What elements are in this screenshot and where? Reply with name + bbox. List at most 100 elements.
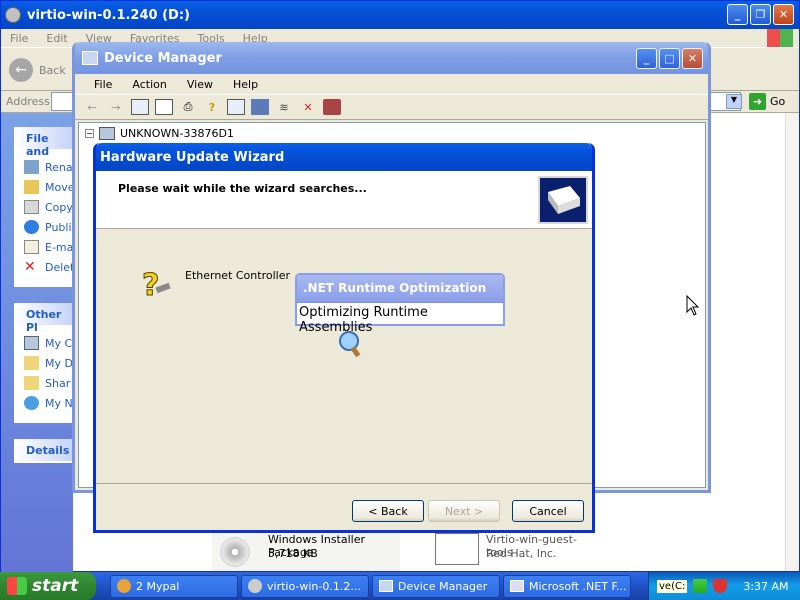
show-hide-tree-icon[interactable]	[131, 99, 149, 115]
forward-arrow-icon[interactable]: →	[107, 99, 125, 115]
place-label: My N	[45, 396, 73, 410]
task-net-framework[interactable]: Microsoft .NET F...	[503, 574, 631, 598]
go-arrow-icon: ➜	[749, 93, 766, 110]
restore-button[interactable]: ❐	[750, 4, 771, 25]
devmgr-icon	[379, 580, 393, 592]
address-dropdown-icon[interactable]: ▼	[726, 94, 742, 109]
details-panel: Details	[14, 439, 73, 463]
task-move[interactable]: Move	[14, 177, 73, 197]
file-tasks-panel: File and Rena Move Copy Publi E-ma ✕ Dele…	[14, 127, 73, 287]
my-documents-icon	[24, 356, 39, 370]
devmgr-menu-file[interactable]: File	[84, 78, 122, 91]
back-label: Back	[39, 63, 66, 77]
back-button[interactable]: < Back	[352, 500, 424, 522]
devmgr-title: Device Manager	[104, 50, 222, 66]
mouse-cursor-icon	[686, 294, 700, 317]
net-popup-message: Optimizing Runtime Assemblies	[297, 302, 503, 335]
my-computer-icon	[24, 336, 39, 350]
place-label: My C	[45, 336, 73, 350]
place-my-network[interactable]: My N	[14, 393, 73, 413]
devmgr-menu-help[interactable]: Help	[223, 78, 268, 91]
explorer-scrollbar[interactable]	[785, 113, 799, 571]
explorer-titlebar[interactable]: virtio-win-0.1.240 (D:) _ ❐ ✕	[1, 1, 799, 29]
task-label: Microsoft .NET F...	[529, 579, 627, 593]
back-button[interactable]: ← Back	[9, 58, 66, 82]
wizard-header: Please wait while the wizard searches...	[96, 171, 592, 229]
uninstall-icon[interactable]: ✕	[299, 99, 317, 115]
tree-root-item[interactable]: − UNKNOWN-33876D1	[85, 127, 234, 140]
task-device-manager[interactable]: Device Manager	[372, 574, 500, 598]
rename-icon	[24, 160, 39, 174]
place-my-documents[interactable]: My D	[14, 353, 73, 373]
move-icon	[24, 180, 39, 194]
task-label: Rena	[45, 160, 73, 174]
mypal-icon	[117, 579, 131, 593]
collapse-icon[interactable]: −	[85, 129, 94, 138]
copy-icon	[24, 200, 39, 214]
start-label: start	[32, 576, 79, 596]
task-label: virtio-win-0.1.2...	[267, 579, 361, 593]
scan-hardware-icon[interactable]	[251, 99, 269, 115]
menu-edit[interactable]: Edit	[46, 32, 67, 45]
searching-question-icon: ?	[140, 267, 172, 304]
close-button[interactable]: ✕	[773, 4, 794, 25]
file-meta: Red Hat, Inc.	[486, 547, 557, 560]
next-button[interactable]: Next >	[428, 500, 500, 522]
file-item-guest-tools[interactable]: Virtio-win-guest-tools Red Hat, Inc.	[433, 531, 603, 571]
publish-icon	[24, 220, 39, 234]
update-driver-icon[interactable]: ≋	[275, 99, 293, 115]
other-places-heading[interactable]: Other Pl	[14, 303, 73, 334]
other-places-panel: Other Pl My C My D Shar My N	[14, 303, 73, 423]
back-arrow-icon: ←	[9, 58, 33, 82]
view-icon[interactable]	[227, 99, 245, 115]
properties-icon[interactable]	[155, 99, 173, 115]
print-icon[interactable]: ⎙	[179, 99, 197, 115]
drive-icon	[5, 7, 21, 23]
explorer-taskpane: File and Rena Move Copy Publi E-ma ✕ Dele…	[1, 113, 73, 573]
devmgr-titlebar[interactable]: Device Manager _ □ ✕	[75, 42, 708, 74]
devmgr-close-button[interactable]: ✕	[682, 48, 703, 69]
task-rename[interactable]: Rena	[14, 157, 73, 177]
place-label: My D	[45, 356, 73, 370]
devmgr-minimize-button[interactable]: _	[636, 48, 657, 69]
go-button[interactable]: ➜ Go	[749, 93, 785, 110]
network-icon[interactable]	[693, 579, 708, 593]
disable-icon[interactable]	[323, 99, 341, 115]
task-publish[interactable]: Publi	[14, 217, 73, 237]
wizard-titlebar[interactable]: Hardware Update Wizard	[96, 143, 592, 171]
details-heading[interactable]: Details	[14, 439, 73, 461]
help-icon[interactable]: ?	[203, 99, 221, 115]
task-copy[interactable]: Copy	[14, 197, 73, 217]
devmgr-menu-view[interactable]: View	[177, 78, 223, 91]
start-button[interactable]: start	[0, 572, 96, 600]
wizard-title: Hardware Update Wizard	[100, 149, 285, 165]
file-tasks-heading[interactable]: File and	[14, 127, 73, 158]
cancel-button[interactable]: Cancel	[512, 500, 584, 522]
devmgr-maximize-button[interactable]: □	[659, 48, 680, 69]
task-label: Copy	[45, 200, 73, 214]
devmgr-menubar: File Action View Help	[75, 74, 708, 94]
back-arrow-icon[interactable]: ←	[83, 99, 101, 115]
delete-icon: ✕	[24, 259, 36, 275]
minimize-button[interactable]: _	[727, 4, 748, 25]
task-mypal[interactable]: 2 Mypal	[110, 574, 238, 598]
security-shield-icon[interactable]	[713, 579, 728, 593]
task-delete[interactable]: ✕ Delet	[14, 257, 73, 277]
computer-icon	[99, 127, 115, 140]
place-shared[interactable]: Shar	[14, 373, 73, 393]
device-name: Ethernet Controller	[185, 269, 290, 282]
taskbar: start 2 Mypal virtio-win-0.1.2... Device…	[0, 572, 800, 600]
task-email[interactable]: E-ma	[14, 237, 73, 257]
svg-text:?: ?	[142, 268, 159, 301]
place-my-computer[interactable]: My C	[14, 333, 73, 353]
task-label: Publi	[45, 220, 72, 234]
shared-icon	[24, 376, 39, 390]
file-meta: 5,718 KB	[268, 547, 318, 560]
task-virtio[interactable]: virtio-win-0.1.2...	[241, 574, 369, 598]
devmgr-menu-action[interactable]: Action	[122, 78, 176, 91]
wizard-heading: Please wait while the wizard searches...	[118, 182, 367, 195]
menu-file[interactable]: File	[10, 32, 28, 45]
go-label: Go	[770, 95, 786, 108]
file-item-installer[interactable]: Windows Installer Package 5,718 KB	[212, 531, 400, 571]
task-label: E-ma	[45, 240, 73, 254]
